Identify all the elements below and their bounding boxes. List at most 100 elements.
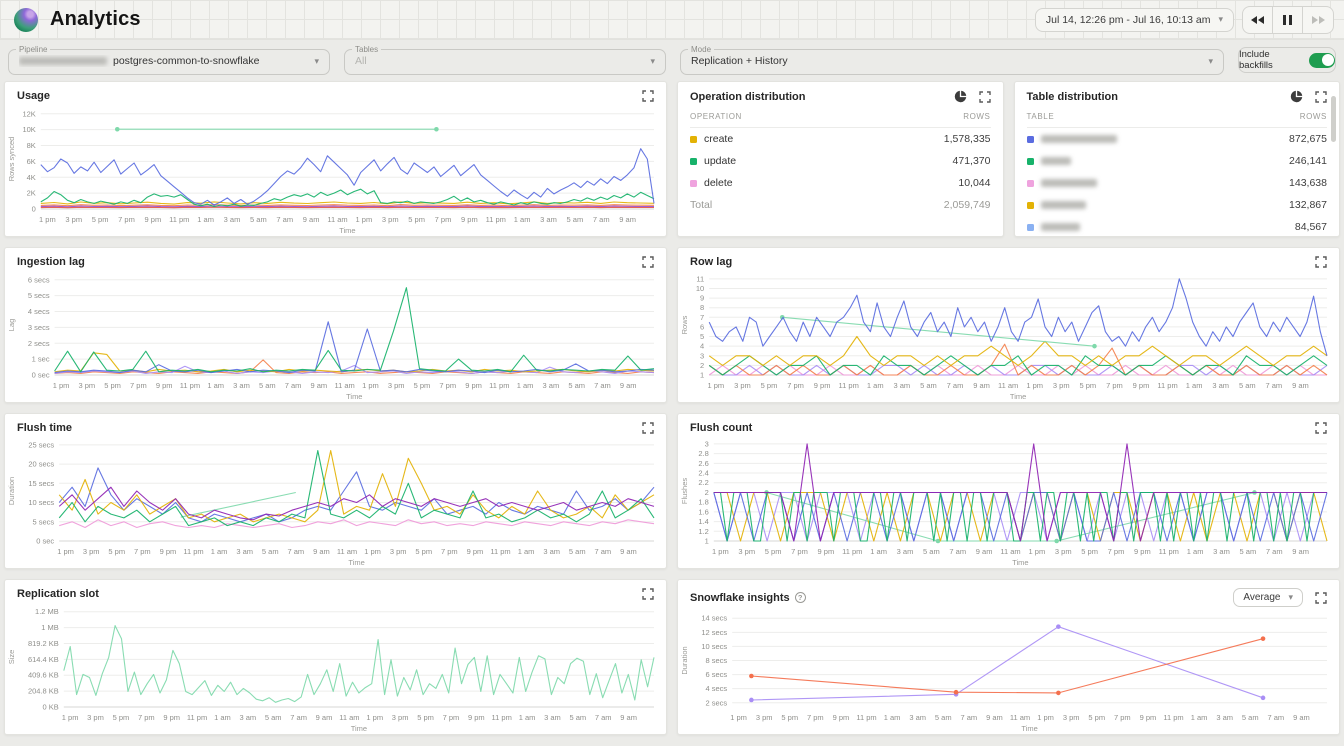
table-row[interactable]: create1,578,335 — [690, 128, 991, 150]
table-row[interactable]: 132,867 — [1027, 194, 1328, 216]
svg-text:2K: 2K — [27, 189, 36, 198]
svg-text:0: 0 — [32, 205, 36, 214]
svg-text:11 pm: 11 pm — [187, 713, 207, 722]
svg-text:9 pm: 9 pm — [145, 215, 162, 224]
table-header: TABLEROWS — [1027, 105, 1328, 128]
pipeline-select[interactable]: Pipeline postgres-common-to-snowflake ▾ — [8, 45, 330, 75]
svg-text:8 secs: 8 secs — [706, 656, 728, 665]
svg-text:5 pm: 5 pm — [414, 381, 431, 390]
include-backfills-label: Include backfills — [1239, 49, 1303, 71]
pipeline-value: postgres-common-to-snowflake — [113, 55, 259, 67]
expand-icon[interactable] — [1315, 256, 1327, 268]
card-title: Usage — [17, 90, 50, 102]
svg-text:1 pm: 1 pm — [730, 713, 747, 722]
tables-select[interactable]: Tables All ▾ — [344, 45, 666, 75]
table-header: OPERATIONROWS — [690, 105, 991, 128]
svg-text:9 am: 9 am — [313, 547, 330, 556]
expand-icon[interactable] — [642, 422, 654, 434]
svg-text:Size: Size — [7, 650, 16, 665]
svg-text:9 pm: 9 pm — [1133, 381, 1150, 390]
svg-text:4 secs: 4 secs — [706, 684, 728, 693]
date-range-label: Jul 14, 12:26 pm - Jul 16, 10:13 am — [1046, 14, 1211, 26]
expand-icon[interactable] — [1315, 422, 1327, 434]
svg-text:7 am: 7 am — [949, 547, 966, 556]
svg-text:1 pm: 1 pm — [62, 713, 79, 722]
chevron-down-icon: ▾ — [314, 57, 319, 66]
svg-text:9 pm: 9 pm — [467, 547, 484, 556]
table-row[interactable]: 84,567 — [1027, 216, 1328, 236]
svg-text:1 am: 1 am — [197, 215, 214, 224]
table-row[interactable]: 246,141 — [1027, 150, 1328, 172]
svg-text:9 am: 9 am — [303, 215, 320, 224]
pause-button[interactable] — [1273, 7, 1303, 33]
svg-text:3 am: 3 am — [540, 215, 557, 224]
svg-text:3 pm: 3 pm — [392, 713, 409, 722]
table-row[interactable]: delete10,044 — [690, 172, 991, 194]
svg-text:9 pm: 9 pm — [461, 215, 478, 224]
svg-text:Time: Time — [348, 558, 364, 567]
expand-icon[interactable] — [642, 256, 654, 268]
usage-chart: 02K4K6K8K10K12K1 pm3 pm5 pm7 pm9 pm11 pm… — [5, 102, 666, 236]
replication-slot-card: Replication slot 0 KB204.8 KB409.6 KB614… — [4, 579, 667, 735]
svg-text:7 am: 7 am — [960, 713, 977, 722]
svg-text:Time: Time — [351, 724, 367, 733]
snowflake-insights-chart: 2 secs4 secs6 secs8 secs10 secs12 secs14… — [678, 607, 1339, 734]
svg-text:5 secs: 5 secs — [33, 517, 55, 526]
svg-text:11 pm: 11 pm — [180, 381, 200, 390]
table-row[interactable]: update471,370 — [690, 150, 991, 172]
row-label: delete — [704, 177, 733, 189]
svg-text:5 pm: 5 pm — [92, 215, 109, 224]
aggregation-select[interactable]: Average ▾ — [1233, 588, 1303, 607]
expand-icon[interactable] — [642, 588, 654, 600]
svg-text:1.6: 1.6 — [698, 507, 708, 516]
svg-text:7 pm: 7 pm — [1114, 713, 1131, 722]
table-row[interactable]: 143,638 — [1027, 172, 1328, 194]
svg-text:1 am: 1 am — [1187, 547, 1204, 556]
table-row[interactable]: 872,675 — [1027, 128, 1328, 150]
include-backfills-toggle[interactable] — [1309, 53, 1335, 68]
series-color-swatch — [690, 158, 697, 165]
svg-text:1 pm: 1 pm — [362, 381, 379, 390]
date-range-selector[interactable]: Jul 14, 12:26 pm - Jul 16, 10:13 am ▾ — [1035, 8, 1234, 32]
mode-select[interactable]: Mode Replication + History ▾ — [680, 45, 1224, 75]
svg-text:11 am: 11 am — [334, 381, 354, 390]
rewind-button[interactable] — [1243, 7, 1273, 33]
svg-text:5 pm: 5 pm — [761, 381, 778, 390]
pie-chart-icon[interactable] — [954, 90, 967, 103]
app-header: Analytics Jul 14, 12:26 pm - Jul 16, 10:… — [0, 0, 1344, 40]
row-lag-chart: 12345678910111 pm3 pm5 pm7 pm9 pm11 pm1 … — [678, 268, 1339, 402]
svg-text:7 am: 7 am — [593, 215, 610, 224]
pipeline-label: Pipeline — [16, 45, 50, 54]
card-title: Replication slot — [17, 588, 99, 600]
svg-text:1 pm: 1 pm — [712, 547, 729, 556]
svg-text:7 pm: 7 pm — [791, 547, 808, 556]
card-title: Row lag — [690, 256, 732, 268]
svg-text:7 am: 7 am — [594, 547, 611, 556]
svg-text:14 secs: 14 secs — [701, 614, 727, 623]
row-label: update — [704, 155, 736, 167]
svg-text:1 am: 1 am — [867, 381, 884, 390]
expand-icon[interactable] — [1315, 592, 1327, 604]
scrollbar[interactable] — [1331, 96, 1336, 142]
ingestion-lag-chart: 0 sec1 sec2 secs3 secs4 secs5 secs6 secs… — [5, 268, 666, 402]
row-count: 132,867 — [1289, 199, 1327, 211]
svg-text:9 am: 9 am — [973, 381, 990, 390]
total-row: Total2,059,749 — [690, 194, 991, 216]
svg-text:2.6: 2.6 — [698, 459, 708, 468]
svg-text:5 am: 5 am — [262, 547, 279, 556]
fast-forward-button[interactable] — [1303, 7, 1333, 33]
svg-text:5 pm: 5 pm — [1080, 381, 1097, 390]
expand-icon[interactable] — [979, 91, 991, 103]
snowflake-insights-card: Snowflake insights ? Average ▾ 2 secs4 s… — [677, 579, 1340, 735]
expand-icon[interactable] — [642, 90, 654, 102]
svg-text:2.8: 2.8 — [698, 449, 708, 458]
expand-icon[interactable] — [1315, 91, 1327, 103]
tables-label: Tables — [352, 45, 381, 54]
svg-text:5 pm: 5 pm — [408, 215, 425, 224]
pie-chart-icon[interactable] — [1290, 90, 1303, 103]
svg-text:3 am: 3 am — [544, 713, 561, 722]
aggregation-value: Average — [1243, 592, 1280, 603]
help-icon[interactable]: ? — [795, 592, 806, 603]
svg-text:4 secs: 4 secs — [28, 307, 50, 316]
svg-text:11 pm: 11 pm — [489, 381, 509, 390]
